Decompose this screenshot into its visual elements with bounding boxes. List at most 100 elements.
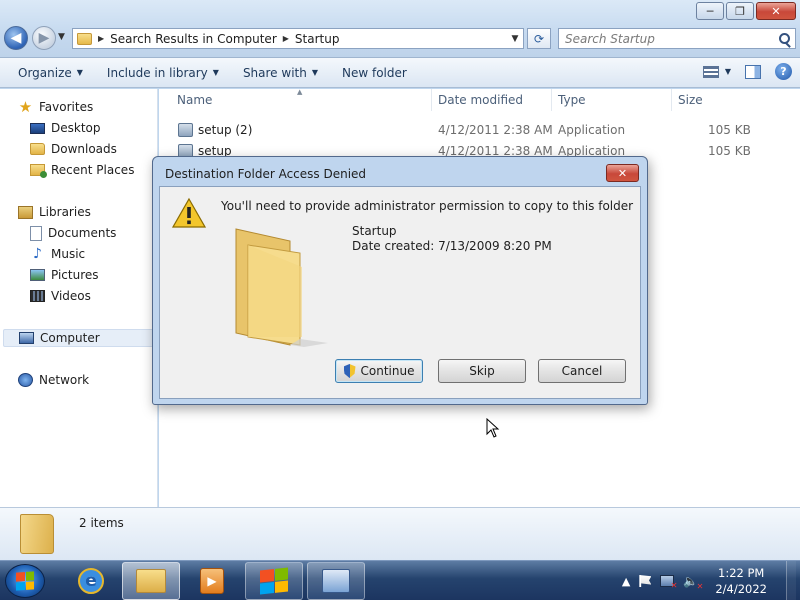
windows-explorer-icon — [136, 569, 166, 593]
folder-icon — [235, 228, 328, 347]
chevron-right-icon[interactable]: ▶ — [98, 34, 104, 43]
uac-shield-icon — [343, 364, 356, 378]
change-view-button[interactable]: ▼ — [702, 65, 731, 78]
sidebar-item-label: Videos — [51, 289, 91, 303]
include-in-library-label: Include in library — [106, 65, 208, 80]
column-header-date-modified[interactable]: Date modified — [438, 93, 523, 107]
sidebar-item-documents[interactable]: Documents — [30, 224, 116, 242]
file-name: setup (2) — [198, 123, 253, 137]
sidebar-item-videos[interactable]: Videos — [30, 287, 91, 305]
breadcrumb-startup[interactable]: Startup — [295, 32, 340, 46]
sidebar-item-pictures[interactable]: Pictures — [30, 266, 99, 284]
folder-icon — [77, 32, 92, 45]
new-folder-label: New folder — [342, 65, 407, 80]
sidebar-item-label: Music — [51, 247, 86, 261]
taskbar-internet-explorer[interactable]: e — [62, 562, 120, 600]
item-count: 2 items — [79, 516, 124, 530]
column-divider[interactable] — [431, 89, 432, 111]
minimize-button[interactable]: ─ — [696, 2, 724, 20]
details-pane: 2 items — [0, 507, 800, 560]
sidebar-item-label: Computer — [40, 331, 100, 345]
file-size: 105 KB — [708, 144, 751, 158]
forward-button[interactable]: ▶ — [32, 26, 56, 50]
arrow-right-icon: ▶ — [38, 30, 50, 46]
taskbar-media-player[interactable]: ▶ — [183, 562, 241, 600]
new-folder-button[interactable]: New folder — [334, 66, 415, 80]
address-bar[interactable]: ▶ Search Results in Computer ▶ Startup ▼ — [72, 28, 524, 49]
taskbar-control-panel[interactable] — [307, 562, 365, 600]
pictures-icon — [30, 269, 45, 281]
search-placeholder: Search Startup — [565, 31, 655, 46]
continue-button[interactable]: Continue — [335, 359, 423, 383]
action-center-icon[interactable] — [639, 575, 652, 587]
chevron-right-icon[interactable]: ▶ — [283, 34, 289, 43]
music-icon: ♪ — [33, 246, 42, 262]
preview-pane-button[interactable] — [745, 64, 761, 79]
recent-pages-dropdown[interactable]: ▼ — [58, 32, 65, 42]
show-desktop-button[interactable] — [786, 561, 796, 600]
access-denied-dialog: Destination Folder Access Denied ✕ You'l… — [152, 156, 648, 405]
column-header-name[interactable]: Name — [177, 93, 212, 107]
windows-logo-icon — [16, 571, 34, 591]
column-divider[interactable] — [671, 89, 672, 111]
libraries-icon — [18, 205, 33, 219]
start-button[interactable] — [5, 564, 45, 598]
search-input[interactable]: Search Startup — [558, 28, 796, 49]
include-in-library-button[interactable]: Include in library ▼ — [99, 66, 227, 80]
sidebar-item-recent-places[interactable]: Recent Places — [30, 161, 134, 179]
chevron-down-icon[interactable]: ▼ — [507, 34, 523, 44]
breadcrumb-search-results[interactable]: Search Results in Computer — [110, 32, 277, 46]
skip-button[interactable]: Skip — [438, 359, 526, 383]
column-header-size[interactable]: Size — [678, 93, 703, 107]
sidebar-item-network[interactable]: Network — [18, 371, 89, 389]
sidebar-item-label: Network — [39, 373, 90, 387]
network-status-icon[interactable] — [660, 575, 677, 590]
taskbar-windows-app[interactable] — [245, 562, 303, 600]
sidebar-item-favorites[interactable]: ★ Favorites — [18, 98, 93, 116]
windows-flag-icon — [260, 567, 288, 595]
network-icon — [18, 373, 33, 387]
downloads-icon — [30, 143, 45, 155]
clock[interactable]: 1:22 PM 2/4/2022 — [715, 565, 767, 597]
table-row[interactable]: setup (2) 4/12/2011 2:38 AM Application … — [159, 120, 800, 140]
chevron-down-icon: ▼ — [724, 67, 731, 76]
application-icon — [178, 123, 193, 137]
sidebar-item-music[interactable]: ♪ Music — [30, 245, 85, 263]
taskbar: e ▶ ▲ 🔈 1:22 PM 2/4/2022 — [0, 560, 800, 600]
help-icon[interactable]: ? — [775, 63, 792, 80]
navigation-pane: ★ Favorites Desktop Downloads Recent Pla… — [0, 89, 158, 507]
organize-button[interactable]: Organize ▼ — [10, 66, 91, 80]
sidebar-item-libraries[interactable]: Libraries — [18, 203, 91, 221]
command-bar: Organize ▼ Include in library ▼ Share wi… — [0, 58, 800, 88]
column-header-type[interactable]: Type — [558, 93, 586, 107]
back-button[interactable]: ◀ — [4, 26, 28, 50]
organize-label: Organize — [18, 65, 72, 80]
sidebar-item-label: Desktop — [51, 121, 101, 135]
folder-name: Startup — [352, 224, 397, 238]
star-icon: ★ — [18, 98, 33, 116]
close-button[interactable]: ✕ — [756, 2, 796, 20]
sidebar-item-desktop[interactable]: Desktop — [30, 119, 101, 137]
chevron-down-icon: ▼ — [212, 68, 219, 77]
share-with-button[interactable]: Share with ▼ — [235, 66, 326, 80]
file-type: Application — [558, 123, 626, 137]
sidebar-item-label: Favorites — [39, 100, 94, 114]
sidebar-item-computer[interactable]: Computer — [3, 329, 157, 347]
arrow-left-icon: ◀ — [10, 30, 22, 46]
media-player-icon: ▶ — [200, 568, 224, 594]
folder-date-created: Date created: 7/13/2009 8:20 PM — [352, 239, 552, 253]
volume-icon[interactable]: 🔈 — [683, 574, 703, 591]
sidebar-item-label: Recent Places — [51, 163, 135, 177]
cancel-button[interactable]: Cancel — [538, 359, 626, 383]
sidebar-item-downloads[interactable]: Downloads — [30, 140, 117, 158]
maximize-button[interactable]: ❐ — [726, 2, 754, 20]
sidebar-item-label: Documents — [48, 226, 117, 240]
dialog-close-button[interactable]: ✕ — [606, 164, 639, 182]
column-divider[interactable] — [551, 89, 552, 111]
search-icon[interactable] — [779, 33, 790, 44]
refresh-button[interactable]: ⟳ — [527, 28, 551, 49]
taskbar-windows-explorer[interactable] — [122, 562, 180, 600]
file-date: 4/12/2011 2:38 AM — [438, 123, 553, 137]
clock-time: 1:22 PM — [718, 566, 765, 580]
show-hidden-icons-button[interactable]: ▲ — [622, 575, 630, 588]
